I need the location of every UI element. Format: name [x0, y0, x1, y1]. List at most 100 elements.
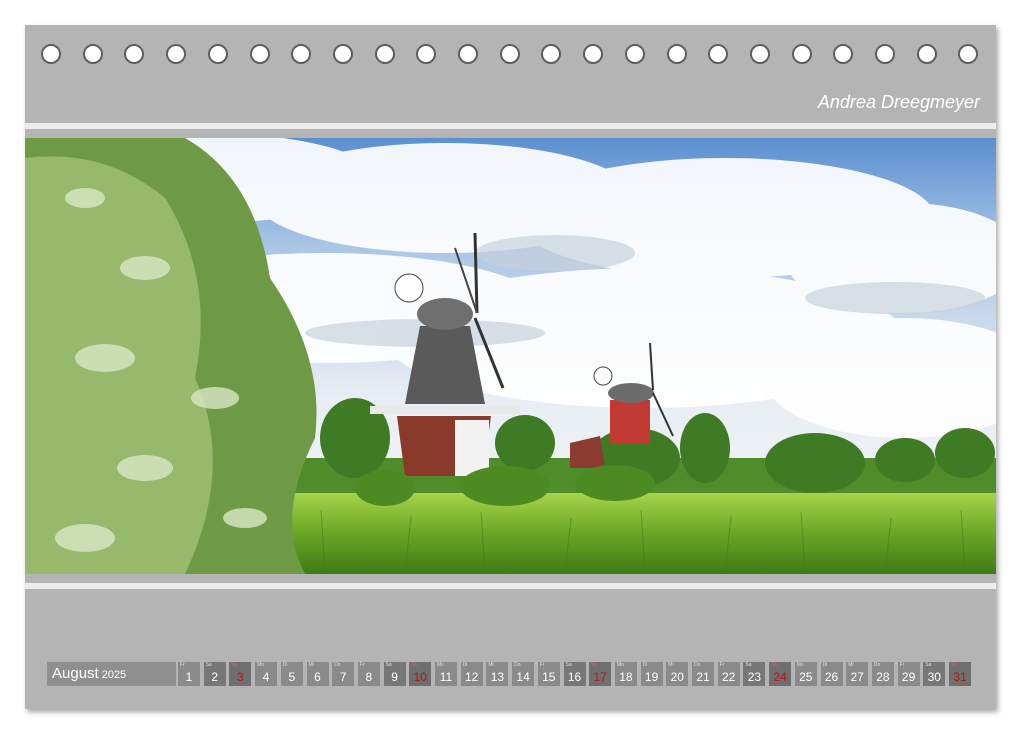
binding-hole [207, 44, 228, 64]
day-number: 18 [619, 670, 633, 684]
weekday-label: Mo [616, 662, 624, 668]
binding-hole [541, 44, 562, 64]
weekday-label: Sa [925, 662, 932, 668]
weekday-label: Di [282, 662, 288, 668]
weekday-label: Fr [180, 662, 185, 668]
binding-hole [666, 44, 687, 64]
day-cell: Mi 20 [666, 662, 689, 686]
day-cell: Fr 22 [717, 662, 740, 686]
weekday-label: Fr [719, 662, 725, 668]
binding-holes [25, 44, 996, 66]
weekday-label: Mi [488, 662, 494, 668]
day-number: 21 [696, 670, 710, 684]
windmill-scene [25, 138, 996, 574]
binding-hole [875, 44, 895, 64]
weekday-label: So [231, 662, 238, 668]
day-number: 28 [876, 670, 890, 684]
binding-hole [791, 44, 812, 64]
binding-hole [583, 44, 604, 64]
weekday-label: Sa [745, 662, 752, 668]
weekday-label: Do [334, 662, 341, 668]
weekday-label: Fr [359, 662, 365, 668]
weekday-label: Mo [437, 662, 444, 668]
day-cell: Do 28 [871, 662, 894, 686]
day-cell: Di 5 [280, 662, 303, 686]
day-cell: Mo 11 [435, 662, 457, 686]
binding-hole [708, 44, 729, 64]
day-cell: Mo 25 [794, 662, 817, 686]
day-number: 12 [465, 670, 479, 684]
weekday-label: Mi [668, 662, 674, 668]
photo-bottom-stripe [25, 583, 996, 589]
weekday-label: Fr [899, 662, 905, 668]
weekday-label: So [771, 662, 778, 668]
weekday-label: Do [694, 662, 701, 668]
day-cell: Sa 9 [383, 662, 406, 686]
day-cell: Mi 13 [486, 662, 509, 686]
binding-hole [374, 44, 395, 64]
day-number: 15 [542, 670, 556, 684]
day-cell: Di 12 [460, 662, 483, 686]
day-number: 19 [644, 670, 659, 684]
day-number: 20 [670, 670, 684, 684]
weekday-label: Do [514, 662, 521, 668]
day-number: 31 [953, 670, 967, 684]
day-cell: Do 21 [692, 662, 714, 686]
day-cell: Sa 30 [923, 662, 946, 686]
day-number: 7 [339, 670, 347, 684]
day-number: 23 [747, 670, 762, 684]
day-number: 30 [927, 670, 941, 684]
weekday-label: Sa [565, 662, 572, 668]
binding-hole [41, 44, 61, 64]
weekday-label: Mi [308, 662, 314, 668]
weekday-label: Di [822, 662, 828, 668]
day-number: 11 [439, 670, 453, 684]
day-cell: Sa 23 [743, 662, 766, 686]
day-cell: Fr 8 [357, 662, 380, 686]
day-number: 6 [314, 670, 321, 684]
day-number: 3 [237, 670, 244, 684]
day-cell: Fr 29 [897, 662, 920, 686]
day-number: 25 [799, 670, 813, 684]
binding-hole [624, 44, 645, 64]
calendar-page: Andrea Dreegmeyer August 2025 Fr 1 Sa 2 … [25, 25, 996, 709]
photo-top-stripe [25, 123, 996, 129]
day-number: 2 [211, 670, 219, 684]
day-cell: Di 26 [820, 662, 843, 686]
binding-hole [416, 44, 437, 64]
day-cell: Mo 18 [614, 662, 637, 686]
binding-hole [916, 44, 937, 64]
binding-hole [166, 44, 187, 64]
weekday-label: Fr [539, 662, 545, 668]
binding-hole [124, 44, 145, 64]
day-number: 1 [185, 670, 193, 684]
day-number: 22 [722, 670, 736, 684]
binding-hole [82, 44, 103, 64]
binding-hole [749, 44, 770, 64]
day-cell: Di 19 [640, 662, 663, 686]
month-name: August [52, 665, 99, 682]
month-year: 2025 [101, 669, 127, 681]
weekday-label: So [411, 662, 418, 668]
day-number: 9 [391, 670, 398, 684]
day-number: 4 [262, 670, 270, 684]
month-label: August 2025 [47, 662, 176, 686]
day-cell: Mi 27 [846, 662, 869, 686]
weekday-label: Sa [205, 662, 212, 668]
weekday-label: So [591, 662, 598, 668]
binding-hole [499, 44, 520, 64]
day-cell: Sa 2 [203, 662, 226, 686]
day-cell: So 24 [769, 662, 792, 686]
binding-hole [291, 44, 312, 64]
landscape-photo [25, 138, 996, 574]
weekday-label: Mo [257, 662, 265, 668]
day-cell: So 17 [589, 662, 612, 686]
day-number: 29 [901, 670, 916, 684]
day-number: 13 [490, 670, 505, 684]
day-number: 27 [850, 670, 864, 684]
day-number: 14 [516, 670, 530, 684]
weekday-label: Di [642, 662, 648, 668]
binding-hole [958, 44, 979, 64]
day-number: 10 [413, 670, 427, 684]
day-cell: Fr 1 [178, 662, 200, 686]
